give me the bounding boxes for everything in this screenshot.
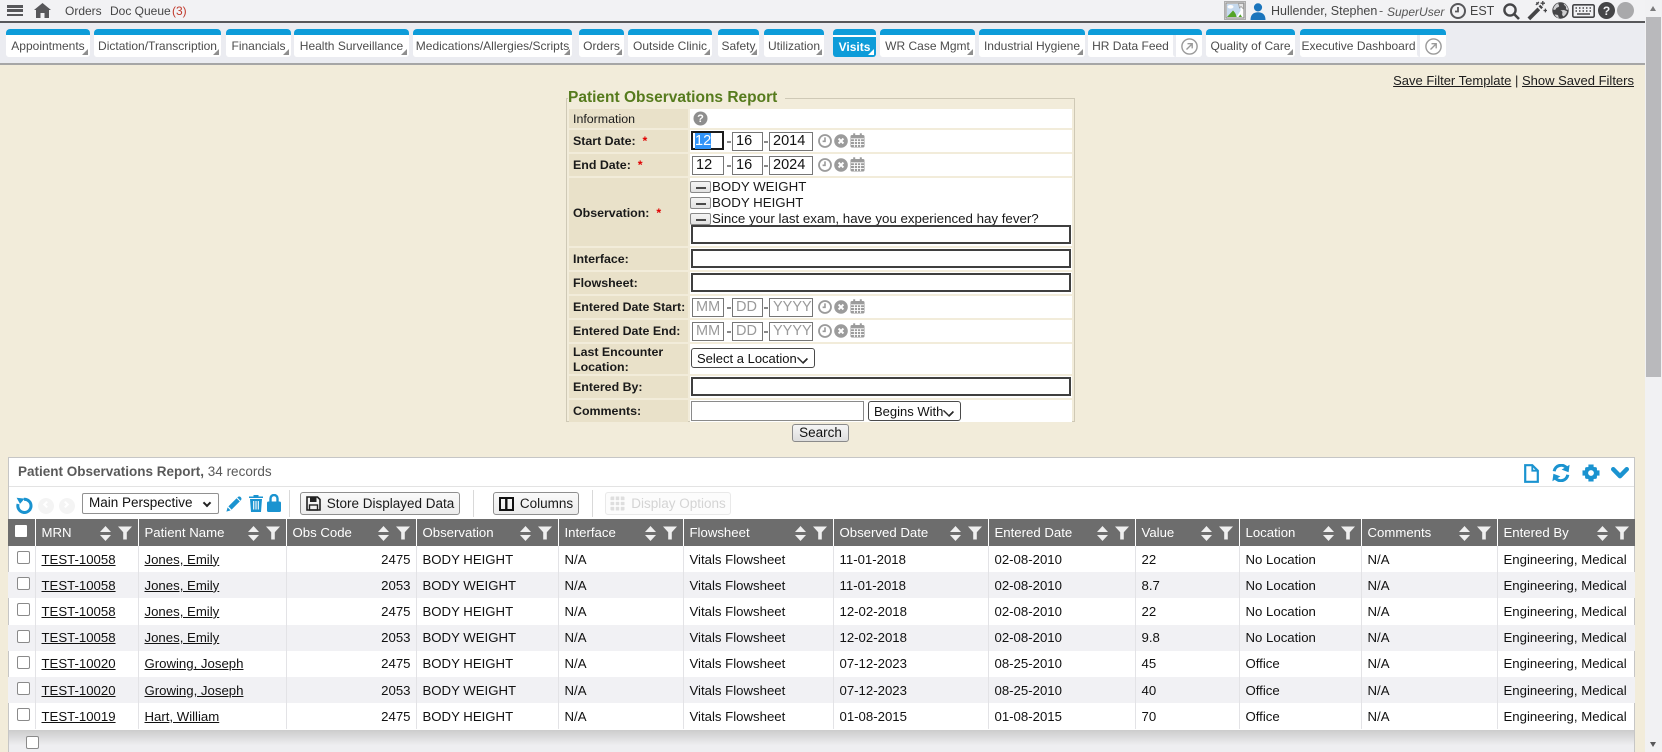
svg-text:?: ?: [697, 113, 704, 125]
svg-text:?: ?: [1603, 4, 1610, 18]
